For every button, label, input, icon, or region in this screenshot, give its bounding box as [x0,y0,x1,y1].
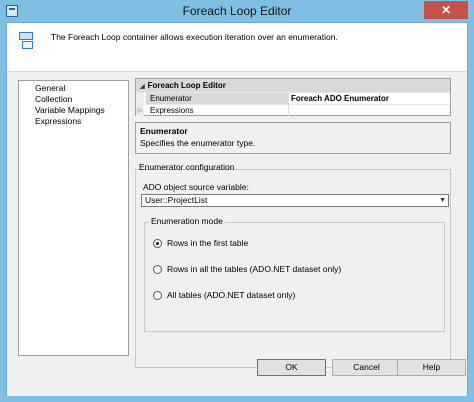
enumeration-mode-legend: Enumeration mode [149,216,225,226]
cancel-button[interactable]: Cancel [332,359,401,376]
nav-item-expressions[interactable]: Expressions [35,116,128,127]
foreach-loop-editor-window: Foreach Loop Editor ✕ The Foreach Loop c… [0,0,474,402]
expand-icon[interactable]: ▷ [136,105,144,116]
enumerator-config-legend: Enumerator configuration [139,162,235,172]
close-icon: ✕ [440,3,452,17]
property-value[interactable] [291,105,449,116]
radio-label: Rows in all the tables (ADO.NET dataset … [167,264,342,274]
close-button[interactable]: ✕ [424,1,468,19]
chevron-down-icon[interactable]: ▼ [439,195,446,206]
nav-item-general[interactable]: General [35,83,128,94]
property-category[interactable]: ◢ Foreach Loop Editor [136,79,450,92]
radio-button[interactable] [153,291,162,301]
ok-button[interactable]: OK [257,359,326,376]
source-variable-select[interactable]: User::ProjectList ▼ [141,194,449,207]
help-button[interactable]: Help [397,359,466,376]
property-row-expressions[interactable]: ▷ Expressions [136,104,450,116]
nav-item-collection[interactable]: Collection [35,94,128,105]
property-name: Expressions [146,105,289,116]
window-title: Foreach Loop Editor [182,4,292,18]
radio-rows-first-table[interactable]: Rows in the first table [153,238,248,250]
radio-label: All tables (ADO.NET dataset only) [167,290,296,300]
main-panel: General Collection Variable Mappings Exp… [7,72,467,372]
dialog-footer: OK Cancel Help [7,359,467,396]
description-title: Enumerator [140,126,188,136]
radio-label: Rows in the first table [167,238,249,248]
source-variable-label: ADO object source variable: [143,182,249,192]
description-text: Specifies the enumerator type. [140,138,256,148]
row-gutter [136,93,144,104]
property-category-label: Foreach Loop Editor [147,81,226,90]
radio-button[interactable] [153,265,162,275]
radio-all-tables[interactable]: All tables (ADO.NET dataset only) [153,290,295,302]
enumerator-configuration: Enumerator configuration ADO object sour… [135,160,451,370]
dialog-header: The Foreach Loop container allows execut… [7,23,467,65]
page-nav-list: General Collection Variable Mappings Exp… [18,80,129,356]
property-row-enumerator[interactable]: Enumerator Foreach ADO Enumerator [136,92,450,104]
radio-rows-all-tables[interactable]: Rows in all the tables (ADO.NET dataset … [153,264,341,276]
radio-button-selected[interactable] [153,239,162,249]
property-grid: ◢ Foreach Loop Editor Enumerator Foreach … [135,78,451,116]
source-variable-value: User::ProjectList [145,195,208,205]
property-description-panel: Enumerator Specifies the enumerator type… [135,122,451,154]
property-name: Enumerator [146,93,289,104]
nav-item-variable-mappings[interactable]: Variable Mappings [35,105,128,116]
title-bar[interactable]: Foreach Loop Editor ✕ [0,0,474,22]
foreach-loop-icon [19,32,35,50]
header-description: The Foreach Loop container allows execut… [51,32,338,42]
property-value[interactable]: Foreach ADO Enumerator [291,93,449,104]
dialog-client-area: The Foreach Loop container allows execut… [6,22,468,396]
